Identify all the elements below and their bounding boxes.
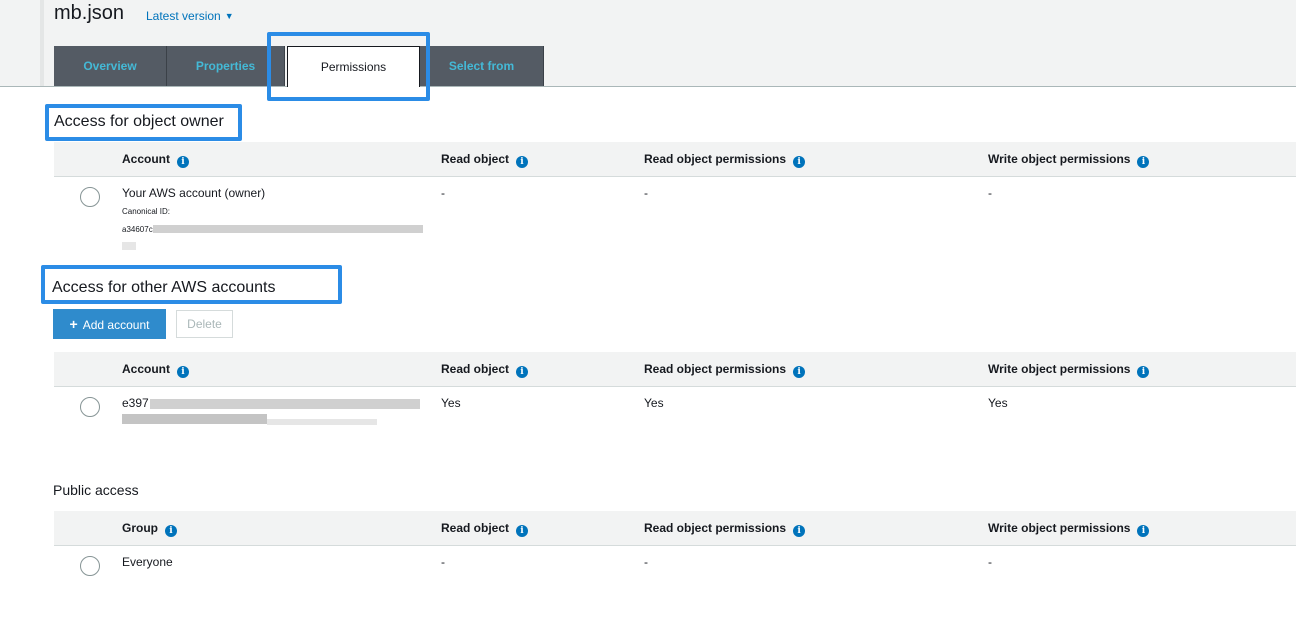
everyone-row-radio[interactable]: [80, 556, 100, 576]
version-label: Latest version: [146, 9, 221, 23]
other-accounts-table-header: Account i Read object i Read object permis…: [54, 352, 1296, 387]
redacted-account-id-line2: [122, 414, 267, 424]
group-everyone: Everyone: [122, 555, 173, 569]
col-read-permissions: Read object permissions i: [644, 511, 806, 545]
info-icon[interactable]: i: [793, 366, 806, 378]
info-icon[interactable]: i: [1137, 366, 1150, 378]
owner-table-header: Account i Read object i Read object permis…: [54, 142, 1296, 177]
canonical-id-value: a34607c: [122, 225, 153, 234]
col-read-object: Read object i: [441, 142, 529, 176]
public-access-section-title: Public access: [53, 482, 139, 498]
info-icon[interactable]: i: [793, 156, 806, 168]
info-icon[interactable]: i: [1137, 525, 1150, 537]
owner-row-radio[interactable]: [80, 187, 100, 207]
add-account-button[interactable]: + Add account: [53, 309, 166, 339]
other-account-id: e397: [122, 396, 149, 410]
col-account: Account i: [122, 142, 189, 176]
info-icon[interactable]: i: [177, 366, 189, 378]
col-read-object: Read object i: [441, 511, 529, 545]
owner-account-name: Your AWS account (owner): [122, 186, 266, 200]
other-account-row-radio[interactable]: [80, 397, 100, 417]
col-read-object-label: Read object: [441, 362, 510, 376]
owner-read-permissions: -: [644, 186, 648, 200]
delete-button[interactable]: Delete: [176, 310, 233, 338]
tab-permissions[interactable]: Permissions: [287, 46, 420, 87]
canonical-id-label: Canonical ID:: [122, 207, 171, 216]
col-account: Account i: [122, 352, 189, 386]
col-write-permissions: Write object permissions i: [988, 352, 1150, 386]
owner-section-title: Access for object owner: [54, 113, 224, 130]
public-read-object: -: [441, 555, 445, 569]
col-group: Group i: [122, 511, 177, 545]
info-icon[interactable]: i: [793, 525, 806, 537]
other-accounts-section-title: Access for other AWS accounts: [52, 279, 276, 296]
col-account-label: Account: [122, 152, 170, 166]
col-read-object: Read object i: [441, 352, 529, 386]
col-read-permissions: Read object permissions i: [644, 142, 806, 176]
redacted-account-id-line2-tail: [267, 419, 377, 425]
redacted-account-id: [150, 399, 420, 409]
caret-down-icon: ▼: [224, 11, 234, 21]
col-account-label: Account: [122, 362, 170, 376]
owner-read-object: -: [441, 186, 445, 200]
info-icon[interactable]: i: [516, 366, 529, 378]
version-dropdown[interactable]: Latest version ▼: [146, 9, 234, 23]
col-read-object-label: Read object: [441, 152, 510, 166]
tab-select-from[interactable]: Select from: [420, 46, 544, 86]
other-read-permissions: Yes: [644, 396, 664, 410]
public-access-table-header: Group i Read object i Read object permissi…: [54, 511, 1296, 546]
col-write-permissions-label: Write object permissions: [988, 362, 1131, 376]
col-write-permissions: Write object permissions i: [988, 142, 1150, 176]
info-icon[interactable]: i: [516, 156, 529, 168]
info-icon[interactable]: i: [516, 525, 529, 537]
plus-icon: +: [69, 316, 78, 332]
add-account-label: Add account: [82, 318, 150, 332]
object-tabs: Overview Properties Permissions Select f…: [54, 46, 544, 87]
redacted-canonical-id: [153, 225, 423, 233]
header-divider: [40, 0, 44, 86]
col-read-permissions: Read object permissions i: [644, 352, 806, 386]
col-write-permissions-label: Write object permissions: [988, 152, 1131, 166]
col-read-permissions-label: Read object permissions: [644, 152, 787, 166]
tab-overview[interactable]: Overview: [54, 46, 167, 86]
info-icon[interactable]: i: [165, 525, 177, 537]
info-icon[interactable]: i: [177, 156, 189, 168]
redacted-canonical-id-tail: [122, 242, 136, 250]
col-write-permissions: Write object permissions i: [988, 511, 1150, 545]
public-read-permissions: -: [644, 555, 648, 569]
other-write-permissions: Yes: [988, 396, 1008, 410]
owner-write-permissions: -: [988, 186, 992, 200]
object-header: mb.json Latest version ▼ Overview Propert…: [0, 0, 1296, 87]
col-read-permissions-label: Read object permissions: [644, 521, 787, 535]
object-name: mb.json: [54, 2, 125, 24]
public-write-permissions: -: [988, 555, 992, 569]
col-read-object-label: Read object: [441, 521, 510, 535]
col-read-permissions-label: Read object permissions: [644, 362, 787, 376]
col-group-label: Group: [122, 521, 158, 535]
tab-properties[interactable]: Properties: [167, 46, 285, 86]
col-write-permissions-label: Write object permissions: [988, 521, 1131, 535]
info-icon[interactable]: i: [1137, 156, 1150, 168]
other-read-object: Yes: [441, 396, 461, 410]
